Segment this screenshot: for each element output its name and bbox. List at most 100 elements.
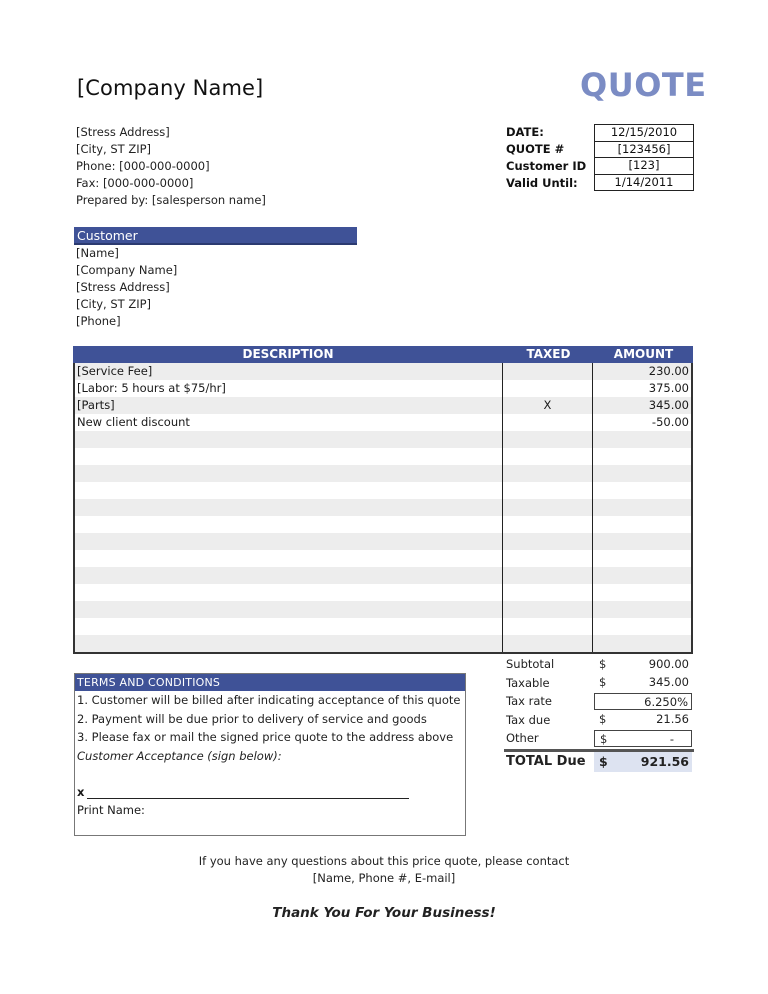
amount-cell[interactable]	[592, 618, 691, 635]
description-cell[interactable]	[75, 482, 502, 499]
taxed-cell[interactable]	[501, 635, 593, 652]
description-cell[interactable]	[75, 499, 502, 516]
currency-symbol: $	[599, 712, 607, 727]
other-row: Other $ -	[504, 729, 694, 748]
date-label: DATE:	[506, 125, 544, 139]
term-1: 1. Customer will be billed after indicat…	[77, 693, 461, 707]
other-label: Other	[506, 731, 539, 745]
taxed-cell[interactable]	[501, 533, 593, 550]
customer-acceptance-label: Customer Acceptance (sign below):	[77, 748, 282, 763]
amount-cell[interactable]	[592, 516, 691, 533]
description-cell[interactable]: [Parts]	[75, 397, 502, 414]
description-cell[interactable]	[75, 533, 502, 550]
taxed-cell[interactable]	[501, 431, 593, 448]
description-cell[interactable]	[75, 567, 502, 584]
date-value[interactable]: 12/15/2010	[595, 125, 693, 142]
taxed-cell[interactable]	[501, 516, 593, 533]
amount-cell[interactable]	[592, 482, 691, 499]
amount-cell[interactable]	[592, 465, 691, 482]
taxed-cell[interactable]	[501, 465, 593, 482]
customer-company[interactable]: [Company Name]	[76, 262, 177, 279]
customer-phone[interactable]: [Phone]	[76, 313, 177, 330]
taxed-cell[interactable]	[501, 550, 593, 567]
description-cell[interactable]	[75, 431, 502, 448]
customer-id-value[interactable]: [123]	[595, 158, 693, 175]
amount-cell[interactable]	[592, 499, 691, 516]
table-row	[75, 465, 691, 482]
table-row	[75, 499, 691, 516]
description-cell[interactable]	[75, 550, 502, 567]
tax-rate-field[interactable]: 6.250%	[594, 692, 692, 710]
taxed-cell[interactable]	[501, 414, 593, 431]
amount-cell[interactable]: 345.00	[592, 397, 691, 414]
quote-meta-labels: DATE: QUOTE # Customer ID Valid Until:	[506, 124, 586, 192]
line-items-header: DESCRIPTION TAXED AMOUNT	[73, 346, 693, 363]
description-cell[interactable]	[75, 516, 502, 533]
taxed-header: TAXED	[526, 347, 571, 361]
valid-until-value[interactable]: 1/14/2011	[595, 175, 693, 191]
other-field[interactable]: $ -	[594, 729, 692, 747]
amount-cell[interactable]	[592, 550, 691, 567]
description-cell[interactable]	[75, 635, 502, 652]
taxed-cell[interactable]	[501, 567, 593, 584]
taxed-cell[interactable]	[501, 618, 593, 635]
taxed-cell[interactable]	[501, 380, 593, 397]
taxed-cell[interactable]	[501, 499, 593, 516]
terms-heading: TERMS AND CONDITIONS	[75, 674, 465, 691]
amount-cell[interactable]: -50.00	[592, 414, 691, 431]
description-cell[interactable]: [Service Fee]	[75, 363, 502, 380]
amount-cell[interactable]	[592, 584, 691, 601]
signature-x-mark: x	[77, 785, 85, 799]
document-title: QUOTE	[580, 66, 707, 104]
table-row	[75, 584, 691, 601]
company-fax: Fax: [000-000-0000]	[76, 176, 194, 190]
amount-cell[interactable]	[592, 448, 691, 465]
table-row	[75, 533, 691, 550]
amount-cell[interactable]: 375.00	[592, 380, 691, 397]
description-cell[interactable]	[75, 584, 502, 601]
table-row	[75, 550, 691, 567]
taxed-cell[interactable]	[501, 363, 593, 380]
table-row: [Service Fee] 230.00	[75, 363, 691, 380]
amount-cell[interactable]	[592, 567, 691, 584]
taxed-cell[interactable]	[501, 448, 593, 465]
subtotal-row: Subtotal $900.00	[504, 655, 694, 674]
description-cell[interactable]	[75, 601, 502, 618]
table-row	[75, 516, 691, 533]
description-cell[interactable]: New client discount	[75, 414, 502, 431]
signature-line[interactable]: x	[75, 783, 465, 799]
amount-cell[interactable]	[592, 601, 691, 618]
taxed-cell[interactable]	[501, 601, 593, 618]
customer-street[interactable]: [Stress Address]	[76, 279, 177, 296]
company-city: [City, ST ZIP]	[76, 142, 152, 156]
customer-heading: Customer	[74, 227, 357, 245]
totals-block: Subtotal $900.00 Taxable $345.00 Tax rat…	[504, 655, 694, 772]
description-cell[interactable]	[75, 448, 502, 465]
company-phone: Phone: [000-000-0000]	[76, 159, 210, 173]
terms-box: TERMS AND CONDITIONS 1. Customer will be…	[74, 673, 466, 836]
signature-field[interactable]	[87, 786, 410, 799]
quote-number-value[interactable]: [123456]	[595, 142, 693, 158]
amount-cell[interactable]	[592, 635, 691, 652]
table-row	[75, 618, 691, 635]
amount-cell[interactable]: 230.00	[592, 363, 691, 380]
taxed-cell[interactable]: X	[501, 397, 593, 414]
amount-cell[interactable]	[592, 431, 691, 448]
customer-city[interactable]: [City, ST ZIP]	[76, 296, 177, 313]
description-cell[interactable]	[75, 618, 502, 635]
term-3: 3. Please fax or mail the signed price q…	[77, 730, 454, 744]
description-cell[interactable]	[75, 465, 502, 482]
tax-rate-value: 6.250%	[644, 694, 688, 709]
taxed-cell[interactable]	[501, 482, 593, 499]
table-row: [Parts] X 345.00	[75, 397, 691, 414]
description-cell[interactable]: [Labor: 5 hours at $75/hr]	[75, 380, 502, 397]
amount-cell[interactable]	[592, 533, 691, 550]
customer-name[interactable]: [Name]	[76, 245, 177, 262]
taxed-cell[interactable]	[501, 584, 593, 601]
company-name: [Company Name]	[77, 76, 264, 100]
table-row: New client discount -50.00	[75, 414, 691, 431]
quote-meta-values: 12/15/2010 [123456] [123] 1/14/2011	[594, 124, 694, 191]
thank-you-message: Thank You For Your Business!	[272, 905, 496, 921]
table-row	[75, 431, 691, 448]
taxable-label: Taxable	[506, 675, 550, 690]
